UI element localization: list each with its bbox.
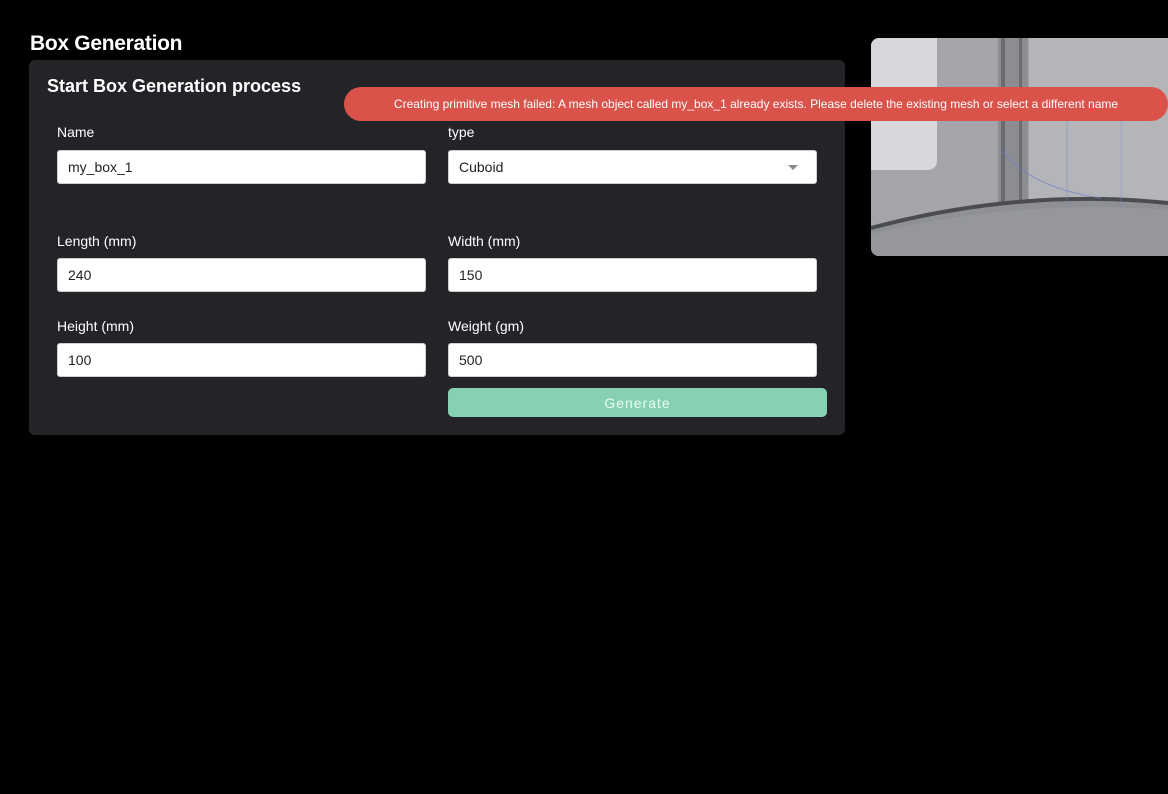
type-select-value: Cuboid xyxy=(459,159,504,175)
height-input[interactable] xyxy=(57,343,426,377)
width-input[interactable] xyxy=(448,258,817,292)
name-label: Name xyxy=(57,124,95,140)
length-input[interactable] xyxy=(57,258,426,292)
error-toast-message: Creating primitive mesh failed: A mesh o… xyxy=(393,97,1119,111)
type-label: type xyxy=(448,124,475,140)
chevron-down-icon xyxy=(788,164,798,170)
3d-viewport[interactable] xyxy=(871,38,1168,256)
weight-label: Weight (gm) xyxy=(448,318,524,334)
name-input[interactable] xyxy=(57,150,426,184)
viewport-scene xyxy=(871,38,1168,256)
length-label: Length (mm) xyxy=(57,233,137,249)
page: Box Generation Start Box Generation proc… xyxy=(0,0,1168,794)
panel-title: Start Box Generation process xyxy=(47,76,302,96)
weight-input[interactable] xyxy=(448,343,817,377)
page-title: Box Generation xyxy=(30,32,183,55)
error-toast[interactable]: Creating primitive mesh failed: A mesh o… xyxy=(344,87,1168,121)
type-select[interactable]: Cuboid xyxy=(448,150,817,184)
height-label: Height (mm) xyxy=(57,318,135,334)
width-label: Width (mm) xyxy=(448,233,521,249)
generate-button[interactable]: Generate xyxy=(448,388,827,417)
